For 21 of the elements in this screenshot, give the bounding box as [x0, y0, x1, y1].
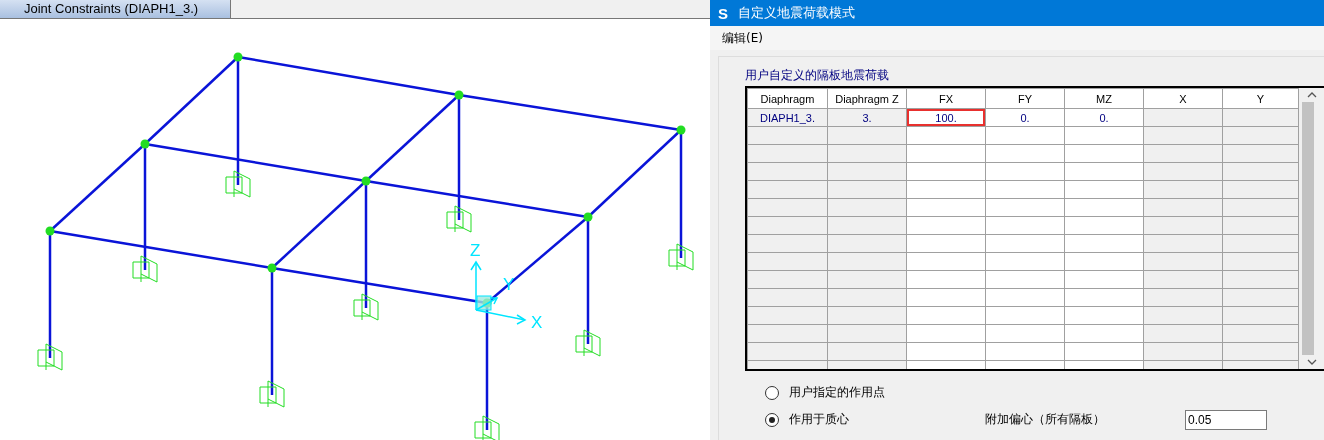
viewport-tab[interactable]: Joint Constraints (DIAPH1_3.)	[0, 0, 231, 18]
column-header: Y	[1222, 88, 1299, 109]
column-header: MZ	[1064, 88, 1144, 109]
column-header: X	[1143, 88, 1223, 109]
axis-label: Z	[470, 241, 481, 260]
column-header: Diaphragm	[747, 88, 828, 109]
radio-label: 用户指定的作用点	[789, 384, 886, 401]
window-title: 自定义地震荷载模式	[738, 4, 855, 22]
group-title: 用户自定义的隔板地震荷载	[745, 67, 890, 84]
eccentricity-label: 附加偏心（所有隔板）	[985, 411, 1106, 428]
radio-label: 作用于质心	[789, 411, 850, 428]
axis-triad-drawing	[470, 260, 527, 325]
radio-button[interactable]	[765, 412, 779, 427]
menu-item[interactable]: 编辑(E)	[722, 29, 763, 47]
column-header: FX	[906, 88, 986, 109]
app-logo: S	[718, 4, 729, 22]
column-header: FY	[985, 88, 1065, 109]
radio-button[interactable]	[765, 385, 779, 400]
column-header: Diaphragm Z	[827, 88, 907, 109]
eccentricity-field[interactable]: 0.05	[1185, 409, 1267, 430]
axis-label: X	[531, 313, 543, 332]
